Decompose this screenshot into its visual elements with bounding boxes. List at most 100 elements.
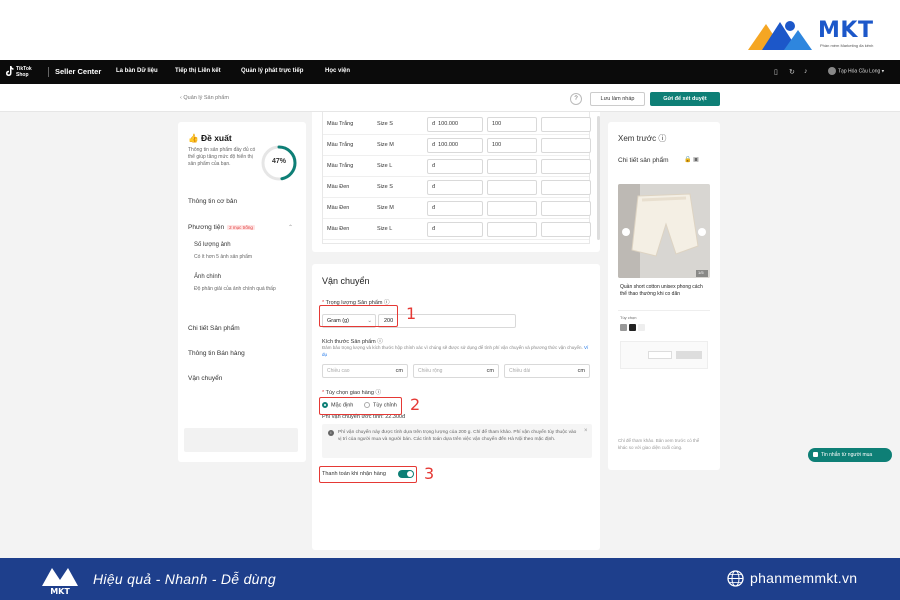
variant-color: Màu Đen bbox=[327, 226, 350, 232]
annotation-box-weight bbox=[319, 305, 398, 327]
quantity-input[interactable] bbox=[487, 180, 537, 195]
height-input[interactable]: Chiều cao cm bbox=[322, 364, 408, 378]
phone-icon[interactable]: ▯ bbox=[774, 68, 778, 76]
shipping-info-text: Phí vận chuyển này được tính dựa trên tr… bbox=[338, 430, 577, 442]
save-draft-button[interactable]: Lưu làm nháp bbox=[590, 92, 645, 106]
variant-size: Size S bbox=[377, 184, 393, 190]
sku-input[interactable] bbox=[541, 180, 591, 195]
variant-color: Màu Trắng bbox=[327, 121, 354, 127]
mkt-logo-icon bbox=[748, 21, 812, 50]
swatch-black[interactable] bbox=[629, 324, 636, 331]
quantity-input[interactable]: 100 bbox=[487, 117, 537, 132]
close-icon[interactable]: × bbox=[584, 428, 588, 434]
table-row: Màu Đen Size M đ bbox=[323, 198, 591, 219]
seller-center-screenshot: TikTok Shop Seller Center La bàn Dữ liệu… bbox=[0, 60, 900, 558]
sku-input[interactable] bbox=[541, 222, 591, 237]
user-name: Tạp Hóa Cầu Long bbox=[838, 68, 881, 75]
nav-link-livestream[interactable]: Quản lý phát trực tiếp bbox=[241, 68, 303, 74]
sidebar-subitem-main-image[interactable]: Ảnh chính bbox=[194, 274, 221, 280]
price-input[interactable]: đ bbox=[427, 180, 483, 195]
sidebar-item-media[interactable]: Phương tiện 2 mục trống bbox=[188, 224, 255, 231]
preview-option-card: Tùy chọn bbox=[618, 310, 710, 394]
main-image-hint: Độ phân giải của ảnh chính quá thấp bbox=[194, 286, 276, 292]
preview-device-icons[interactable]: 🔒 ▣ bbox=[684, 156, 699, 163]
dimensions-label: Kích thước Sản phẩm ⓘ bbox=[322, 339, 383, 345]
variant-size: Size M bbox=[377, 142, 394, 148]
brand-logo: MKT Phần mềm Marketing đa kênh bbox=[748, 14, 898, 54]
user-menu[interactable]: Tạp Hóa Cầu Long ▾ bbox=[828, 67, 884, 75]
tiktok-note-icon bbox=[6, 66, 14, 76]
buyer-chat-button[interactable]: Tin nhắn từ người mua bbox=[808, 448, 892, 462]
variants-card: Màu Trắng Size S đ 100.000 100 Màu Trắng Size… bbox=[312, 112, 600, 252]
dimensions-description: Đảm bảo trọng lượng và kích thước hộp ch… bbox=[322, 345, 589, 357]
price-input[interactable]: đ bbox=[427, 222, 483, 237]
nav-link-academy[interactable]: Học viện bbox=[325, 68, 350, 74]
weight-input[interactable]: 200 bbox=[378, 314, 516, 328]
sku-input[interactable] bbox=[541, 117, 591, 132]
help-icon[interactable]: ? bbox=[570, 93, 582, 105]
quantity-input[interactable] bbox=[487, 159, 537, 174]
progress-label: 47% bbox=[271, 158, 286, 165]
info-icon: ⓘ bbox=[658, 134, 667, 143]
nav-link-data-compass[interactable]: La bàn Dữ liệu bbox=[116, 68, 158, 74]
variant-color: Màu Đen bbox=[327, 184, 350, 190]
preview-caption: Chỉ để tham khảo. Bản xem trước có thể k… bbox=[618, 438, 700, 450]
sidebar-subitem-image-count[interactable]: Số lượng ảnh bbox=[194, 242, 231, 248]
nav-link-affiliate[interactable]: Tiếp thị Liên kết bbox=[175, 68, 221, 74]
preview-panel: Xem trước ⓘ Chi tiết sản phẩm 🔒 ▣ 1/5 Qu… bbox=[608, 122, 720, 470]
price-input[interactable]: đ bbox=[427, 201, 483, 216]
table-scrollbar[interactable] bbox=[597, 116, 600, 240]
footer-mkt-logo-icon: MKT bbox=[42, 568, 78, 596]
annotation-box-cod bbox=[319, 466, 417, 483]
variants-table: Màu Trắng Size S đ 100.000 100 Màu Trắng Size… bbox=[322, 112, 600, 244]
width-input[interactable]: Chiều rộng cm bbox=[413, 364, 499, 378]
footer-website[interactable]: phanmemmkt.vn bbox=[750, 570, 857, 586]
quantity-input[interactable] bbox=[487, 201, 537, 216]
submit-review-button[interactable]: Gửi để xét duyệt bbox=[650, 92, 720, 106]
price-input[interactable]: đ 100.000 bbox=[427, 117, 483, 132]
suggestion-panel: 👍 Đề xuất Thông tin sản phẩm đầy đủ có t… bbox=[178, 122, 306, 462]
globe-icon bbox=[727, 570, 744, 587]
brand-name: MKT bbox=[818, 18, 874, 43]
preview-buy-button bbox=[676, 351, 702, 359]
preview-option-label: Tùy chọn bbox=[620, 315, 637, 320]
quantity-input[interactable]: 100 bbox=[487, 138, 537, 153]
sidebar-item-sales-info[interactable]: Thông tin Bán hàng bbox=[188, 350, 245, 357]
table-row: Màu Đen Size L đ bbox=[323, 219, 591, 240]
brand-subtitle: Phần mềm Marketing đa kênh bbox=[820, 43, 874, 48]
chevron-up-icon[interactable]: ⌃ bbox=[288, 224, 293, 231]
variant-size: Size M bbox=[377, 205, 394, 211]
footer-banner: MKT Hiệu quả - Nhanh - Dễ dùng phanmemmk… bbox=[0, 558, 900, 600]
sidebar-active-highlight bbox=[184, 428, 298, 452]
sidebar-item-product-details[interactable]: Chi tiết Sản phẩm bbox=[188, 325, 240, 332]
quantity-input[interactable] bbox=[487, 222, 537, 237]
tiktok-shop-logo[interactable]: TikTok Shop bbox=[6, 64, 44, 80]
sidebar-item-shipping[interactable]: Vận chuyển bbox=[188, 375, 222, 382]
bell-icon[interactable]: ♪ bbox=[804, 68, 808, 75]
empty-items-badge: 2 mục trống bbox=[227, 224, 255, 230]
price-input[interactable]: đ 100.000 bbox=[427, 138, 483, 153]
table-row: Màu Đen Size S đ bbox=[323, 177, 591, 198]
swatch-empty[interactable] bbox=[638, 324, 645, 331]
breadcrumb[interactable]: ‹ Quản lý Sản phẩm bbox=[180, 95, 229, 101]
footer-tagline: Hiệu quả - Nhanh - Dễ dùng bbox=[93, 571, 276, 587]
sku-input[interactable] bbox=[541, 201, 591, 216]
shipping-title: Vận chuyển bbox=[322, 276, 370, 286]
shipping-info-box: i Phí vận chuyển này được tính dựa trên … bbox=[322, 424, 592, 458]
top-navigation: TikTok Shop Seller Center La bàn Dữ liệu… bbox=[0, 60, 900, 84]
swatch-white[interactable] bbox=[620, 324, 627, 331]
price-input[interactable]: đ bbox=[427, 159, 483, 174]
sidebar-item-basic-info[interactable]: Thông tin cơ bản bbox=[188, 198, 237, 205]
preview-title: Xem trước ⓘ bbox=[618, 134, 667, 143]
logo-line-2: Shop bbox=[16, 72, 29, 78]
seller-center-title: Seller Center bbox=[55, 67, 102, 76]
length-input[interactable]: Chiều dài cm bbox=[504, 364, 590, 378]
image-counter: 1/5 bbox=[698, 270, 704, 275]
refresh-icon[interactable]: ↻ bbox=[789, 68, 795, 76]
sku-input[interactable] bbox=[541, 159, 591, 174]
preview-product-title: Quần short cotton unisex phong cách thể … bbox=[620, 284, 703, 297]
sku-input[interactable] bbox=[541, 138, 591, 153]
variant-color: Màu Đen bbox=[327, 205, 350, 211]
annotation-number-1: 1 bbox=[406, 304, 417, 323]
preview-subtitle: Chi tiết sản phẩm bbox=[618, 157, 669, 164]
